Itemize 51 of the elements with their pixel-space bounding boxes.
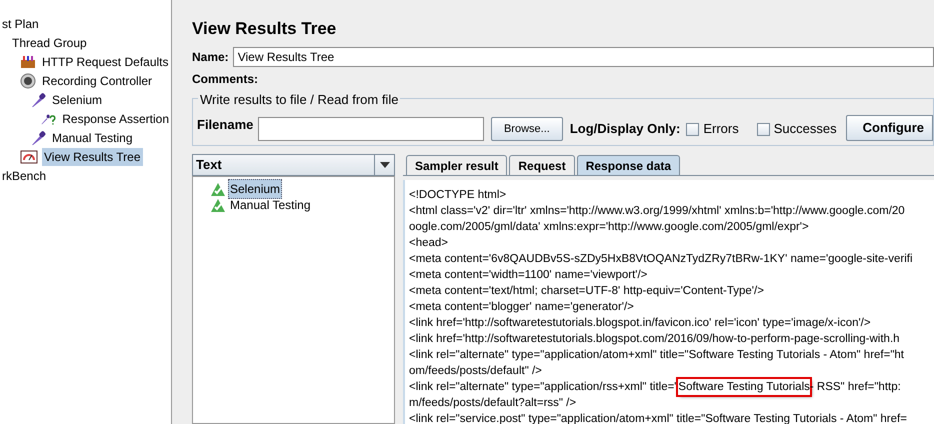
name-field[interactable]: View Results Tree	[232, 47, 934, 67]
code-line: <!DOCTYPE html>	[409, 188, 506, 203]
code-line: <link href='http://softwaretestutorials.blogspot.in/favicon.ico' rel='icon' type='image/x-icon'/>	[409, 316, 871, 331]
tree-item[interactable]: rkBench	[0, 166, 48, 184]
highlighted-text: Software Testing Tutorials	[678, 379, 810, 395]
comments-label: Comments:	[192, 71, 260, 88]
tab[interactable]: Response data	[576, 155, 680, 175]
code-line: <link rel="alternate" type="application/atom+xml" title="Software Testing Tutorials - Atom" href="ht	[409, 348, 904, 363]
tree-item[interactable]: st Plan	[0, 14, 41, 32]
configure-button[interactable]: Configure	[846, 115, 933, 141]
code-line: <head>	[409, 236, 448, 251]
filename-label: Filename	[197, 116, 254, 134]
code-line: <meta content='blogger' name='generator'/>	[409, 300, 634, 315]
log-label: Log/Display Only:	[570, 120, 680, 138]
tree-item[interactable]: Recording Controller	[40, 72, 154, 90]
tab[interactable]: Request	[509, 155, 575, 175]
checkbox[interactable]	[686, 122, 700, 136]
tree-item[interactable]: View Results Tree	[42, 148, 142, 166]
result-item[interactable]: Selenium	[228, 179, 282, 199]
renderer-dropdown[interactable]: Text	[192, 154, 395, 176]
code-line: oogle.com/2005/gml/data' xmlns:expr='http://www.google.com/2005/gml/expr'>	[409, 220, 809, 235]
tab[interactable]: Sampler result	[406, 155, 508, 175]
filename-field[interactable]	[258, 117, 484, 141]
tree-item[interactable]: HTTP Request Defaults	[40, 52, 170, 70]
code-line: <meta content='6v8QAUDBv5S-sZDy5HxB8VtOQANzTydZRy7tBRw-1KY' name='google-site-verifi	[409, 252, 913, 267]
pipette-icon	[30, 130, 46, 146]
name-label: Name:	[192, 49, 229, 66]
tree-item[interactable]: Thread Group	[10, 34, 89, 52]
dial-icon	[20, 72, 36, 88]
tree-item[interactable]: Selenium	[50, 90, 104, 108]
gauge-icon	[20, 150, 38, 164]
checkbox-label: Successes	[774, 120, 837, 138]
pipette-icon	[30, 92, 46, 108]
panel-title: View Results Tree	[192, 18, 338, 40]
tree-item[interactable]: Response Assertion	[60, 110, 171, 128]
toolbox-icon	[20, 54, 36, 68]
checkbox[interactable]	[756, 122, 770, 136]
code-line: <link rel="alternate" type="application/rss+xml" title="	[409, 380, 678, 395]
code-line: m/feeds/posts/default?alt=rss" />	[409, 396, 576, 411]
checkbox-label: Errors	[703, 120, 739, 138]
code-line: <html class='v2' dir='ltr' xmlns='http://www.w3.org/1999/xhtml' xmlns:b='http://www.google.com/20	[409, 204, 905, 219]
success-icon	[211, 198, 225, 212]
code-line: <meta content='width=1100' name='viewport'/>	[409, 268, 648, 283]
code-line: <meta content='text/html; charset=UTF-8' http-equiv='Content-Type'/>	[409, 284, 764, 299]
code-line: om/feeds/posts/default" />	[409, 364, 542, 379]
dropdown-arrow-icon	[380, 162, 390, 168]
code-line: <link href='http://softwaretestutorials.blogspot.com/2016/09/how-to-perform-page-scrolling-with.h	[409, 332, 900, 347]
code-line: - RSS" href="http:	[810, 380, 901, 395]
browse-button[interactable]: Browse...	[490, 117, 563, 141]
tree-item[interactable]: Manual Testing	[50, 128, 134, 146]
success-icon	[211, 182, 225, 196]
